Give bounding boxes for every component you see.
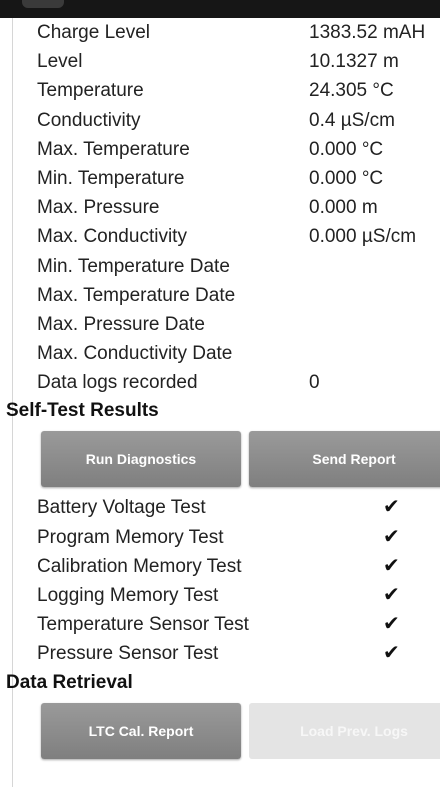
info-label: Max. Conductivity (37, 226, 187, 248)
load-prev-logs-button[interactable]: Load Prev. Logs (249, 702, 440, 759)
test-label: Battery Voltage Test (37, 497, 206, 519)
send-report-button[interactable]: Send Report (249, 431, 440, 488)
check-icon: ✔ (383, 554, 400, 577)
info-label: Max. Temperature Date (37, 284, 236, 306)
info-row-conductivity: Conductivity 0.4 µS/cm (13, 106, 440, 135)
data-retrieval-section-title: Data Retrieval (6, 671, 133, 693)
info-label: Min. Temperature Date (37, 255, 230, 277)
info-label: Max. Temperature (37, 138, 190, 160)
self-test-button-row: Run Diagnostics Send Report (13, 425, 440, 493)
self-test-section-title: Self-Test Results (6, 400, 159, 422)
info-row-min-temperature-date: Min. Temperature Date (13, 252, 440, 281)
info-label: Max. Pressure (37, 197, 160, 219)
test-row-calibration-memory: Calibration Memory Test ✔ (13, 552, 440, 581)
info-value: 0.4 µS/cm (309, 109, 395, 131)
info-label: Max. Conductivity Date (37, 343, 233, 365)
info-value: 0.000 °C (309, 167, 384, 189)
check-icon: ✔ (383, 642, 400, 665)
info-row-max-conductivity: Max. Conductivity 0.000 µS/cm (13, 222, 440, 251)
info-row-max-temperature: Max. Temperature 0.000 °C (13, 135, 440, 164)
test-row-program-memory: Program Memory Test ✔ (13, 523, 440, 552)
check-icon: ✔ (383, 496, 400, 519)
test-label: Pressure Sensor Test (37, 643, 219, 665)
info-label: Min. Temperature (37, 167, 185, 189)
info-row-data-logs-recorded: Data logs recorded 0 (13, 368, 440, 397)
test-row-pressure-sensor: Pressure Sensor Test ✔ (13, 639, 440, 668)
info-label: Max. Pressure Date (37, 313, 205, 335)
test-label: Logging Memory Test (37, 585, 219, 606)
device-info-list: Charge Level 1383.52 mAH Level 10.1327 m… (13, 18, 440, 397)
info-label: Level (37, 51, 83, 73)
info-row-max-conductivity-date: Max. Conductivity Date (13, 339, 440, 368)
test-row-logging-memory: Logging Memory Test ✔ (13, 581, 440, 610)
info-row-max-temperature-date: Max. Temperature Date (13, 281, 440, 310)
data-retrieval-button-row: LTC Cal. Report Load Prev. Logs (13, 697, 440, 765)
status-bar-notch (22, 0, 64, 8)
info-label: Data logs recorded (37, 372, 198, 394)
info-label: Charge Level (37, 22, 151, 43)
check-icon: ✔ (383, 613, 400, 636)
info-value: 0.000 µS/cm (309, 226, 417, 248)
info-row-max-pressure: Max. Pressure 0.000 m (13, 193, 440, 222)
test-label: Temperature Sensor Test (37, 614, 249, 636)
info-value: 1383.52 mAH (309, 22, 426, 43)
device-details-panel: Charge Level 1383.52 mAH Level 10.1327 m… (6, 18, 440, 765)
info-row-temperature: Temperature 24.305 °C (13, 76, 440, 105)
info-value: 0 (309, 372, 320, 394)
info-value: 0.000 m (309, 197, 378, 219)
status-bar (0, 0, 440, 18)
info-row-level: Level 10.1327 m (13, 47, 440, 76)
info-label: Temperature (37, 80, 144, 102)
test-row-battery-voltage: Battery Voltage Test ✔ (13, 493, 440, 522)
self-test-list: Battery Voltage Test ✔ Program Memory Te… (13, 493, 440, 668)
ltc-cal-report-button[interactable]: LTC Cal. Report (41, 702, 241, 759)
run-diagnostics-button[interactable]: Run Diagnostics (41, 431, 241, 488)
test-label: Calibration Memory Test (37, 555, 242, 577)
test-label: Program Memory Test (37, 526, 224, 548)
info-value: 0.000 °C (309, 138, 384, 160)
info-row-charge-level: Charge Level 1383.52 mAH (13, 18, 440, 47)
test-row-temperature-sensor: Temperature Sensor Test ✔ (13, 610, 440, 639)
info-value: 10.1327 m (309, 51, 399, 73)
check-icon: ✔ (383, 584, 400, 606)
check-icon: ✔ (383, 525, 400, 548)
info-value: 24.305 °C (309, 80, 394, 102)
info-row-max-pressure-date: Max. Pressure Date (13, 310, 440, 339)
info-label: Conductivity (37, 109, 141, 131)
info-row-min-temperature: Min. Temperature 0.000 °C (13, 164, 440, 193)
